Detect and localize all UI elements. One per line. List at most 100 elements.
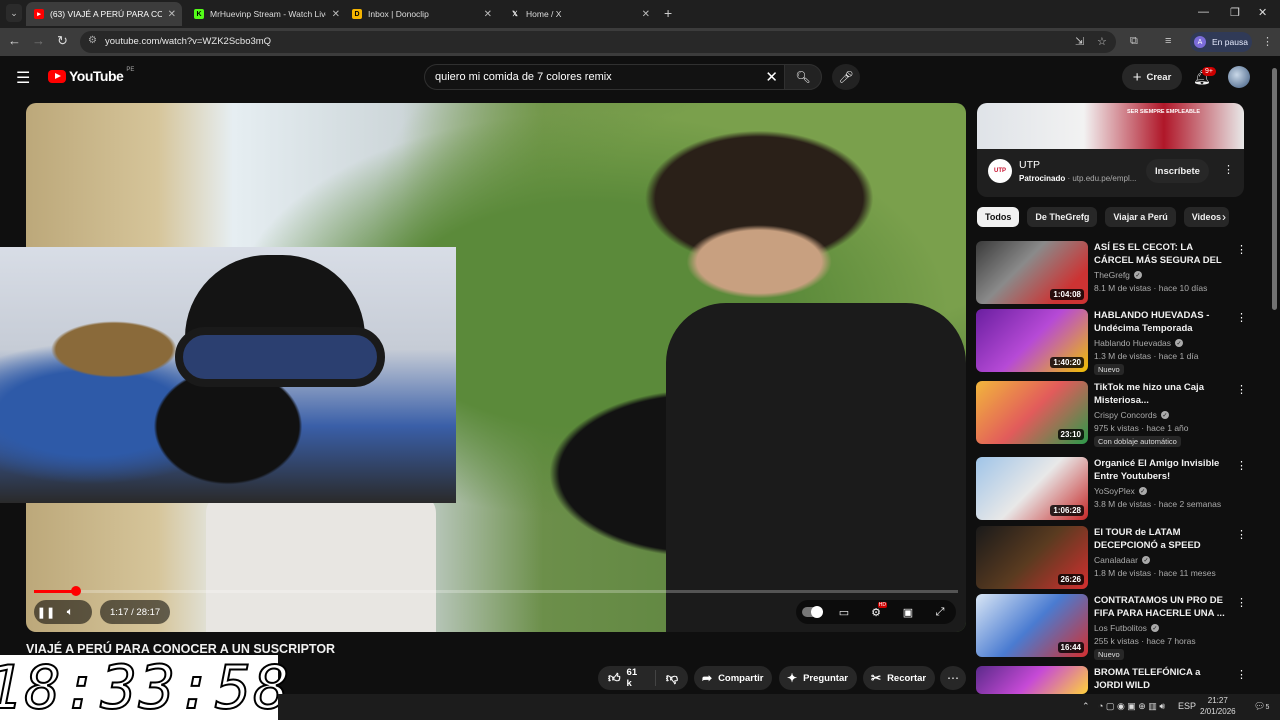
volume-icon[interactable]: 🔈︎ (58, 600, 82, 624)
subtitles-icon[interactable]: ▭ (832, 600, 856, 624)
media-controls-icon[interactable]: ≡ (1165, 35, 1171, 47)
progress-bar[interactable] (34, 586, 958, 596)
tab-youtube[interactable]: ▸ (63) VIAJÉ A PERÚ PARA CO ✕ (26, 2, 182, 26)
minimize-icon[interactable]: — (1198, 6, 1209, 18)
channel-name[interactable]: YoSoyPlex ✓ (1094, 486, 1147, 496)
close-icon[interactable]: ✕ (642, 9, 650, 20)
item-menu-icon[interactable]: ⋮ (1236, 311, 1247, 324)
back-icon[interactable]: ← (8, 33, 21, 48)
chip-all[interactable]: Todos (977, 207, 1020, 227)
browser-tabstrip: ⌄ ▸ (63) VIAJÉ A PERÚ PARA CO ✕ K MrHuev… (0, 0, 1280, 28)
search-button[interactable]: 🔍︎ (784, 64, 822, 90)
ad-menu-icon[interactable]: ⋮ (1223, 163, 1234, 176)
page-scrollbar[interactable] (1272, 68, 1277, 310)
item-menu-icon[interactable]: ⋮ (1236, 243, 1247, 256)
tab-search-icon[interactable]: ⌄ (6, 4, 22, 22)
tab-x[interactable]: 𝕏 Home / X ✕ (502, 2, 656, 26)
mic-icon: 🎤︎ (838, 70, 854, 84)
close-icon[interactable]: ✕ (332, 9, 340, 20)
recommendation-item[interactable]: 26:26 El TOUR de LATAM DECEPCIONÓ a SPEED… (976, 526, 1247, 590)
video-thumbnail[interactable]: 1:40:20 (976, 309, 1088, 372)
recommendation-title[interactable]: Organicé El Amigo Invisible Entre Youtub… (1094, 457, 1230, 483)
search-input[interactable]: quiero mi comida de 7 colores remix ✕ (424, 64, 786, 90)
miniplayer-icon[interactable]: ▣ (896, 600, 920, 624)
recommendation-title[interactable]: TikTok me hizo una Caja Misteriosa... (1094, 381, 1230, 407)
voice-search-button[interactable]: 🎤︎ (832, 64, 860, 90)
recommendation-title[interactable]: BROMA TELEFÓNICA a JORDI WILD (1094, 666, 1230, 692)
item-menu-icon[interactable]: ⋮ (1236, 668, 1247, 681)
player-right-controls: ▭ ⚙ HD ▣ ⤢ (796, 600, 956, 624)
recommendation-title[interactable]: ASÍ ES EL CECOT: LA CÁRCEL MÁS SEGURA DE… (1094, 241, 1230, 267)
recommendation-title[interactable]: CONTRATAMOS UN PRO DE FIFA PARA HACERLE … (1094, 594, 1230, 620)
tray-app-icons[interactable]: ◔ ▢ ◉ ▣ ⊕ ▥ 🔊︎ (1098, 701, 1165, 712)
chevron-up-icon[interactable]: ⌃ (1082, 701, 1090, 712)
channel-name[interactable]: Canaladaar ✓ (1094, 555, 1150, 565)
fullscreen-icon[interactable]: ⤢ (928, 600, 952, 624)
ask-button[interactable]: ✦ Preguntar (779, 666, 857, 690)
browser-menu-icon[interactable]: ⋮ (1262, 35, 1273, 48)
create-button[interactable]: + Crear (1122, 64, 1182, 90)
recommendation-title[interactable]: El TOUR de LATAM DECEPCIONÓ a SPEED (1094, 526, 1230, 552)
chip-topic[interactable]: Viajar a Perú (1105, 207, 1176, 227)
youtube-logo[interactable]: YouTube PE (48, 67, 134, 84)
restore-icon[interactable]: ❐ (1230, 6, 1240, 19)
close-window-icon[interactable]: ✕ (1258, 6, 1267, 19)
recommendation-item[interactable]: 1:40:20 HABLANDO HUEVADAS - Undécima Temp… (976, 309, 1247, 375)
new-tab-button[interactable]: + (664, 5, 672, 21)
item-menu-icon[interactable]: ⋮ (1236, 459, 1247, 472)
channel-name[interactable]: Los Futbolitos ✓ (1094, 623, 1159, 633)
ad-cta-button[interactable]: Inscríbete (1146, 159, 1209, 183)
video-thumbnail[interactable]: 1:04:08 (976, 241, 1088, 304)
channel-name[interactable]: TheGrefg ✓ (1094, 270, 1142, 280)
autoplay-toggle[interactable] (800, 600, 824, 624)
extensions-icon[interactable]: ⧉ (1130, 35, 1138, 48)
more-actions-icon[interactable]: ⋯ (940, 666, 966, 690)
recommendation-item[interactable]: 1:04:08 ASÍ ES EL CECOT: LA CÁRCEL MÁS SE… (976, 241, 1247, 305)
utp-logo-icon: UTP (988, 159, 1012, 183)
scrubber-handle[interactable] (70, 586, 81, 596)
profile-button[interactable]: A En pausa (1190, 32, 1252, 52)
channel-name[interactable]: Crispy Concords ✓ (1094, 410, 1169, 420)
chip-from-channel[interactable]: De TheGrefg (1027, 207, 1098, 227)
channel-name[interactable]: Hablando Huevadas ✓ (1094, 338, 1184, 348)
notification-center-icon[interactable]: 💬︎5 (1254, 701, 1269, 712)
user-avatar[interactable] (1228, 66, 1250, 88)
recommendation-item[interactable]: 1:06:28 Organicé El Amigo Invisible Entre… (976, 457, 1247, 521)
close-icon[interactable]: ✕ (168, 9, 176, 20)
like-button[interactable]: 👍︎ 61 k (598, 667, 656, 689)
reload-icon[interactable]: ↻ (57, 33, 68, 49)
recommendation-title[interactable]: HABLANDO HUEVADAS - Undécima Temporada [… (1094, 309, 1230, 335)
video-thumbnail[interactable]: 16:44 (976, 594, 1088, 657)
item-menu-icon[interactable]: ⋮ (1236, 596, 1247, 609)
sponsored-ad-card[interactable]: SER SIEMPRE EMPLEABLE UTP UTP Patrocinad… (977, 103, 1244, 197)
clear-search-icon[interactable]: ✕ (765, 68, 778, 86)
video-thumbnail[interactable]: 23:10 (976, 381, 1088, 444)
dislike-button[interactable]: 👎︎ (656, 671, 688, 686)
settings-gear-icon[interactable]: ⚙ HD (864, 600, 888, 624)
pause-icon[interactable]: ❚❚ (34, 600, 58, 624)
share-button[interactable]: ➦ Compartir (694, 666, 772, 690)
language-indicator[interactable]: ESP (1178, 701, 1196, 711)
item-menu-icon[interactable]: ⋮ (1236, 528, 1247, 541)
video-thumbnail[interactable]: 1:06:28 (976, 457, 1088, 520)
guide-menu-icon[interactable]: ☰ (16, 68, 30, 88)
recommendation-item[interactable]: 16:44 CONTRATAMOS UN PRO DE FIFA PARA HAC… (976, 594, 1247, 660)
forward-icon[interactable]: → (32, 33, 45, 48)
taskbar-time: 21:27 (1207, 696, 1228, 705)
video-thumbnail[interactable]: 26:26 (976, 526, 1088, 589)
video-thumbnail[interactable] (976, 666, 1088, 694)
url-text: youtube.com/watch?v=WZK2Scbo3mQ (105, 36, 272, 47)
close-icon[interactable]: ✕ (484, 9, 492, 20)
install-app-icon[interactable]: ⇲ (1075, 35, 1084, 48)
recommendation-item[interactable]: 23:10 TikTok me hizo una Caja Misteriosa.… (976, 381, 1247, 447)
address-bar[interactable]: ⚙ youtube.com/watch?v=WZK2Scbo3mQ (80, 31, 1116, 53)
chevron-right-icon[interactable]: › (1222, 210, 1226, 224)
item-menu-icon[interactable]: ⋮ (1236, 383, 1247, 396)
taskbar-clock[interactable]: 21:27 2/01/2026 (1200, 695, 1236, 717)
clip-button[interactable]: ✂ Recortar (863, 666, 935, 690)
tab-kick[interactable]: K MrHuevinp Stream - Watch Live ✕ (186, 2, 346, 26)
clock-overlay: 18:33:58 (0, 652, 291, 720)
bookmark-star-icon[interactable]: ☆ (1097, 35, 1107, 48)
site-info-icon[interactable]: ⚙ (88, 35, 97, 46)
tab-donoclip[interactable]: D Inbox | Donoclip ✕ (344, 2, 498, 26)
